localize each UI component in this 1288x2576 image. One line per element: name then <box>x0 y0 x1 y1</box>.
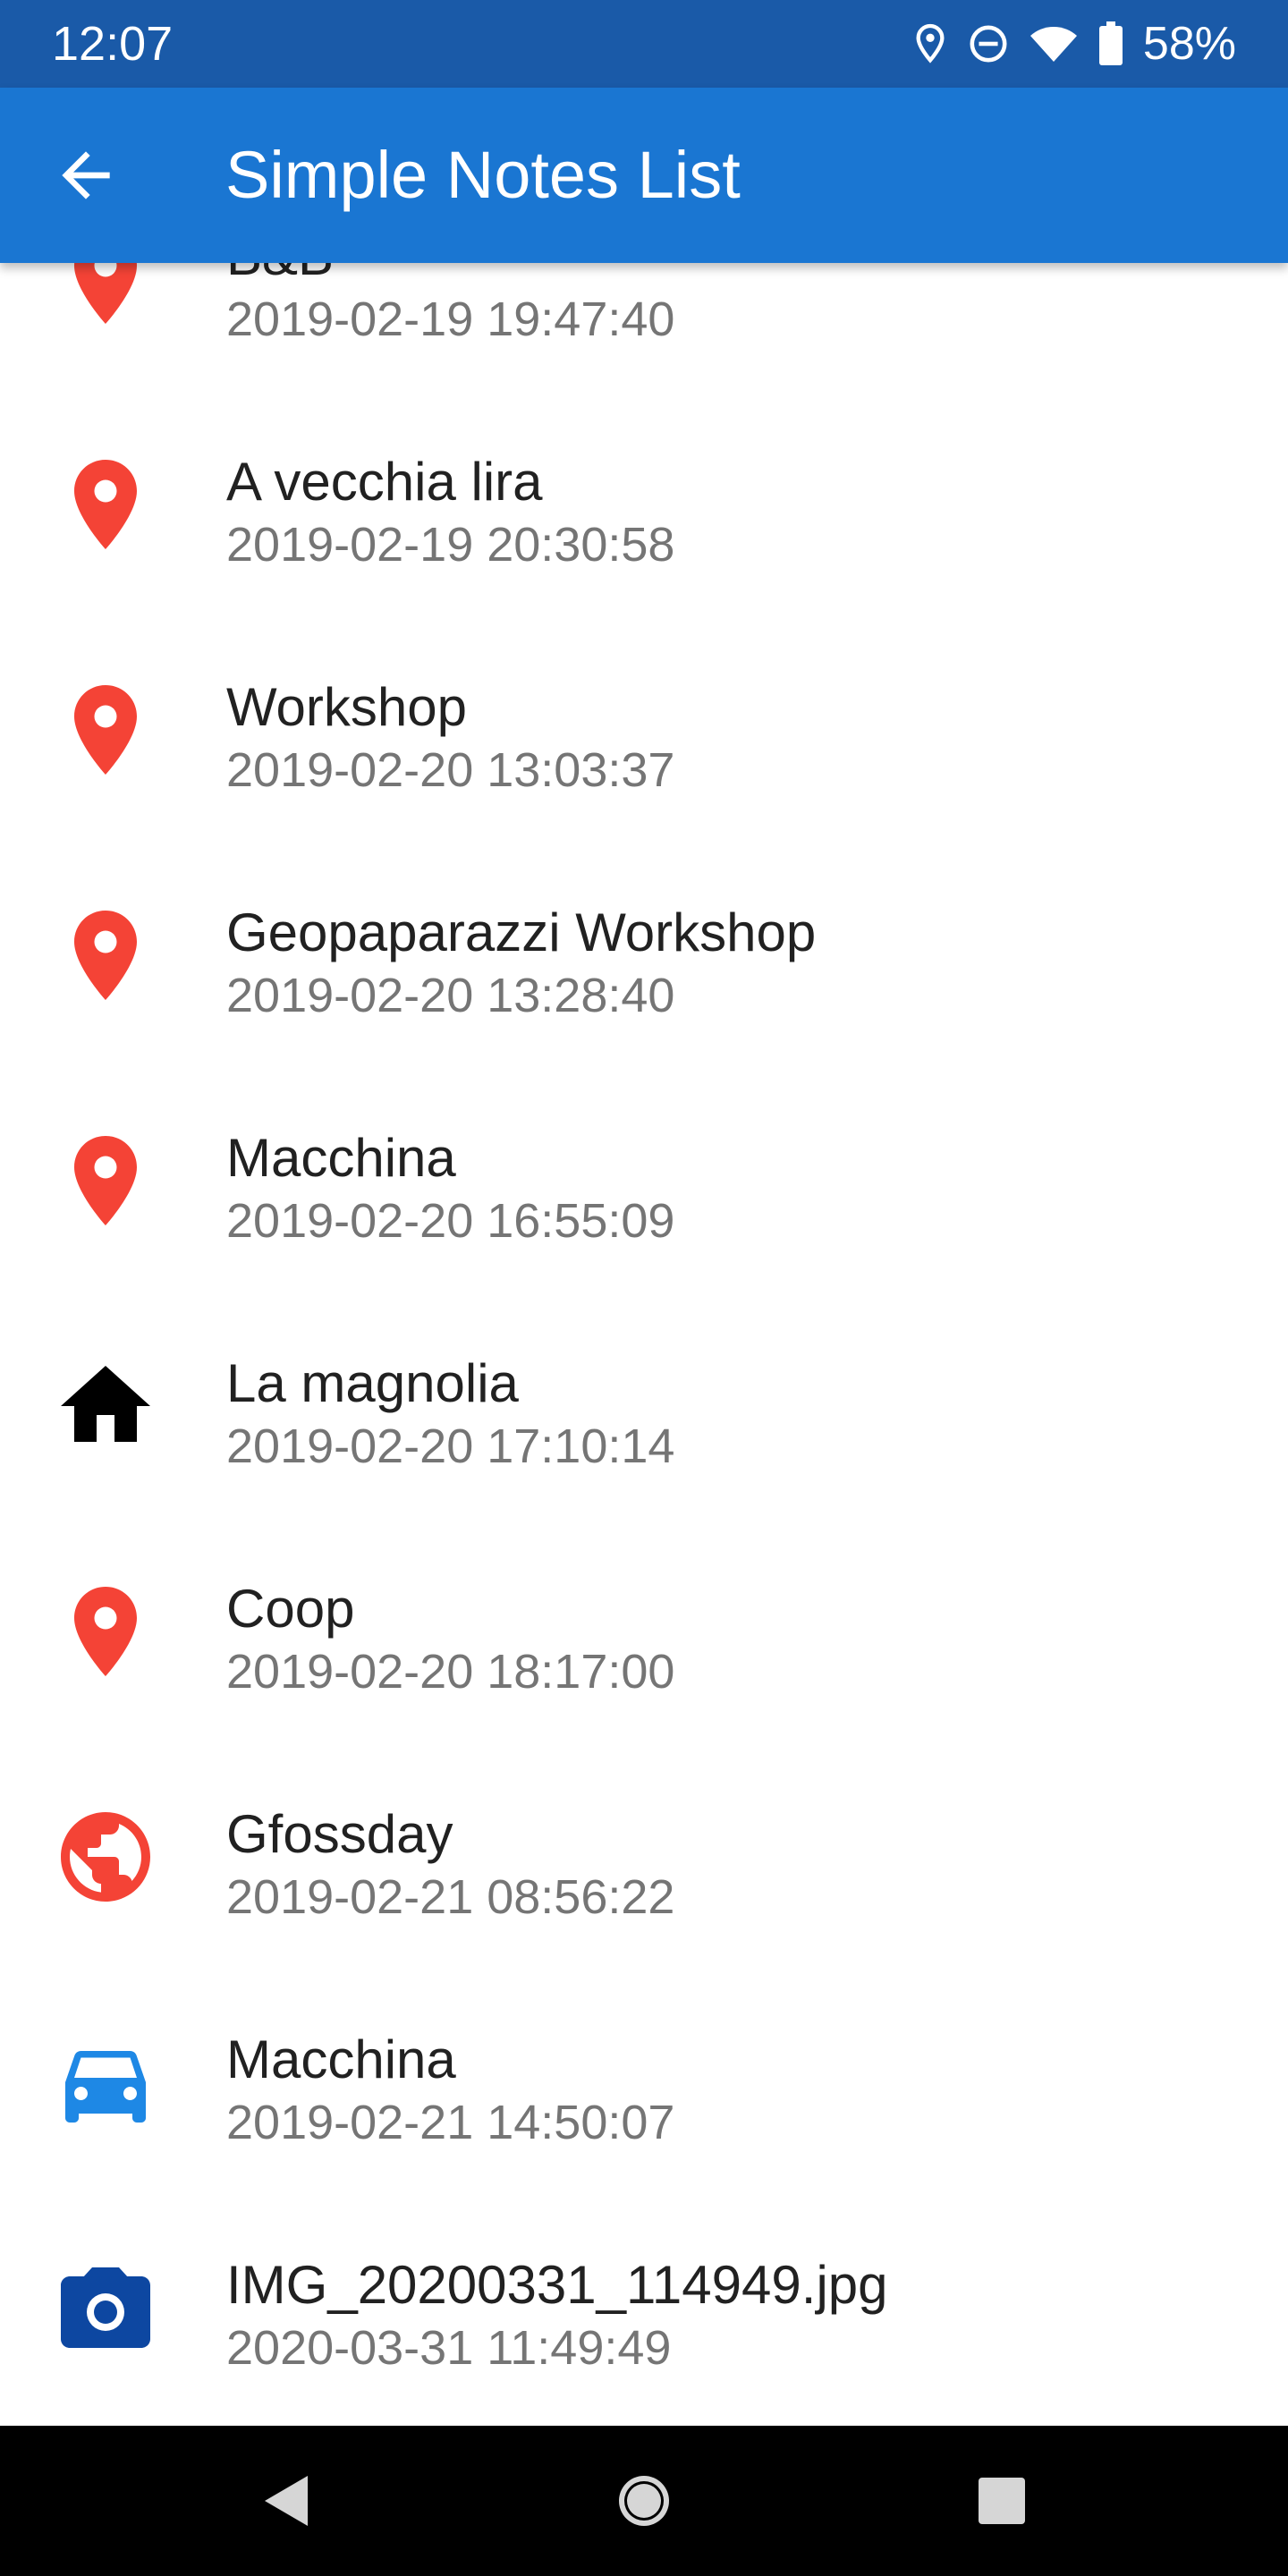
battery-icon <box>1098 21 1123 66</box>
home-icon <box>52 1352 159 1460</box>
map-marker-icon <box>52 902 159 1009</box>
list-item[interactable]: Geopaparazzi Workshop 2019-02-20 13:28:4… <box>0 864 1288 1089</box>
note-name: Workshop <box>226 677 468 737</box>
note-name: B&B <box>226 263 334 290</box>
note-name: Coop <box>226 1579 355 1639</box>
note-date: 2019-02-20 13:03:37 <box>226 743 675 797</box>
note-name: Gfossday <box>226 1804 453 1864</box>
globe-icon <box>52 1803 159 1911</box>
list-item[interactable]: Workshop 2019-02-20 13:03:37 <box>0 639 1288 864</box>
list-item[interactable]: Gfossday 2019-02-21 08:56:22 <box>0 1766 1288 1991</box>
camera-icon <box>52 2254 159 2361</box>
wifi-icon <box>1029 23 1079 64</box>
list-item[interactable]: La magnolia 2019-02-20 17:10:14 <box>0 1315 1288 1540</box>
note-date: 2019-02-20 13:28:40 <box>226 969 675 1022</box>
status-icons: 58% <box>912 13 1236 75</box>
list-item[interactable]: Macchina 2019-02-21 14:50:07 <box>0 1991 1288 2216</box>
do-not-disturb-icon <box>968 23 1009 64</box>
status-bar: 12:07 58% <box>0 0 1288 88</box>
note-name: Geopaparazzi Workshop <box>226 902 817 962</box>
map-marker-icon <box>52 1578 159 1685</box>
note-date: 2020-03-31 11:49:49 <box>226 2321 672 2375</box>
note-name: IMG_20200331_114949.jpg <box>226 2255 888 2315</box>
battery-percent: 58% <box>1142 18 1236 70</box>
nav-recents-button[interactable] <box>966 2465 1038 2537</box>
location-icon <box>912 22 948 65</box>
map-marker-icon <box>52 1127 159 1234</box>
status-time: 12:07 <box>52 17 174 71</box>
list-item[interactable]: B&B 2019-02-19 19:47:40 <box>0 263 1288 413</box>
nav-home-button[interactable] <box>608 2465 680 2537</box>
list-item[interactable]: Coop 2019-02-20 18:17:00 <box>0 1540 1288 1766</box>
note-date: 2019-02-20 17:10:14 <box>226 1419 675 1473</box>
map-marker-icon <box>52 676 159 784</box>
nav-home-icon <box>619 2476 669 2526</box>
map-marker-icon <box>52 451 159 558</box>
note-date: 2019-02-20 18:17:00 <box>226 1645 675 1699</box>
note-name: Macchina <box>226 1128 456 1188</box>
nav-back-button[interactable] <box>250 2465 322 2537</box>
note-name: Macchina <box>226 2029 456 2089</box>
note-date: 2019-02-19 20:30:58 <box>226 518 675 572</box>
system-nav-bar <box>0 2426 1288 2576</box>
car-icon <box>52 2029 159 2136</box>
nav-recents-icon <box>979 2478 1025 2524</box>
note-date: 2019-02-19 19:47:40 <box>226 292 675 346</box>
list-item[interactable]: A vecchia lira 2019-02-19 20:30:58 <box>0 413 1288 639</box>
app-bar: Simple Notes List <box>0 88 1288 263</box>
page-title: Simple Notes List <box>225 138 741 212</box>
arrow-back-icon <box>62 151 110 199</box>
note-name: A vecchia lira <box>226 452 543 512</box>
list-item[interactable]: IMG_20200331_114949.jpg 2020-03-31 11:49… <box>0 2216 1288 2426</box>
note-date: 2019-02-21 14:50:07 <box>226 2096 675 2149</box>
note-name: La magnolia <box>226 1353 519 1413</box>
back-button[interactable] <box>50 140 122 211</box>
note-date: 2019-02-20 16:55:09 <box>226 1194 675 1248</box>
note-date: 2019-02-21 08:56:22 <box>226 1870 675 1924</box>
notes-list[interactable]: B&B 2019-02-19 19:47:40 A vecchia lira 2… <box>0 263 1288 2426</box>
map-marker-icon <box>52 263 159 333</box>
nav-back-icon <box>265 2476 308 2526</box>
list-item[interactable]: Macchina 2019-02-20 16:55:09 <box>0 1089 1288 1315</box>
